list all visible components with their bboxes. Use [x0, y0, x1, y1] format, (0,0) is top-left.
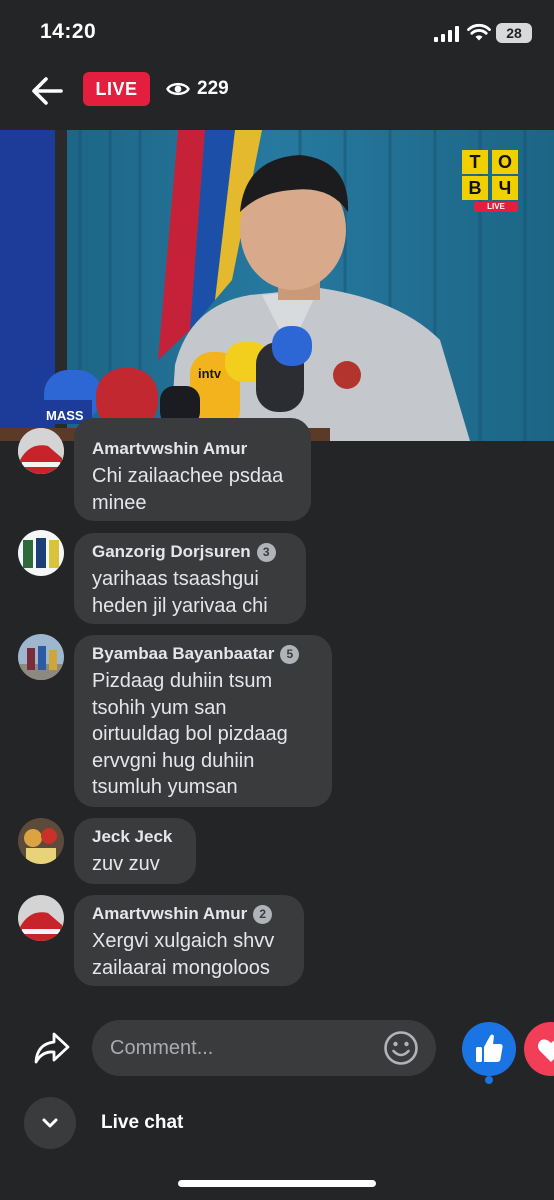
heart-icon [538, 1039, 554, 1062]
author-name: Ganzorig Dorjsuren [92, 542, 251, 561]
mic-label-mass: MASS [46, 408, 84, 423]
home-indicator[interactable] [178, 1180, 376, 1187]
logo-letter: Ч [492, 176, 518, 200]
battery-indicator: 28 [496, 23, 532, 43]
comment-bubble[interactable]: Byambaa Bayanbaatar 5 Pizdaag duhiin tsum… [74, 635, 332, 807]
comment-bubble[interactable]: Amartvwshin Amur 2 Xergvi xulgaich shvv z… [74, 895, 304, 986]
comment-text: Xergvi xulgaich shvv zailaarai mongoloos [92, 930, 275, 979]
avatar[interactable] [18, 530, 64, 576]
emoji-icon[interactable] [383, 1030, 419, 1066]
avatar[interactable] [18, 895, 64, 941]
live-badge: LIVE [83, 72, 150, 106]
comment-bubble[interactable]: Amartvwshin Amur Chi zailaachee psdaa mi… [74, 418, 311, 521]
comment-text: yarihaas tsaashgui heden jil yarivaa chi [92, 568, 268, 617]
logo-letter: Т [462, 150, 488, 174]
viewer-count: 229 [197, 78, 229, 99]
comment-author: Amartvwshin Amur 2 [92, 904, 286, 924]
mic-label-ntv: intv [198, 366, 222, 381]
logo-live-tag: LIVE [474, 202, 518, 212]
love-reaction-button[interactable] [524, 1022, 554, 1076]
status-time: 14:20 [40, 20, 97, 43]
top-fan-badge: 3 [256, 542, 276, 562]
top-fan-badge: 5 [280, 644, 300, 664]
wifi-icon [467, 23, 491, 41]
comment-author: Amartvwshin Amur [92, 439, 293, 459]
top-fan-badge: 2 [253, 904, 273, 924]
comment-bubble[interactable]: Jeck Jeck zuv zuv [74, 818, 196, 884]
logo-letter: О [492, 150, 518, 174]
channel-logo: Т О В Ч LIVE [462, 150, 518, 212]
cellular-signal-icon [434, 26, 459, 42]
comment-author: Jeck Jeck [92, 827, 178, 847]
back-arrow-icon[interactable] [30, 74, 64, 108]
avatar[interactable] [18, 428, 64, 474]
live-header: LIVE 229 [0, 66, 554, 130]
comment-author: Byambaa Bayanbaatar 5 [92, 644, 314, 664]
author-name: Amartvwshin Amur [92, 439, 248, 458]
thumbs-up-icon [476, 1034, 503, 1062]
comment-text: zuv zuv [92, 853, 160, 875]
chevron-down-icon [42, 1118, 58, 1128]
live-chat-label: Live chat [101, 1112, 184, 1133]
live-video[interactable]: MASS intv Т О В Ч LIVE [0, 130, 554, 441]
logo-letter: В [462, 176, 488, 200]
avatar[interactable] [18, 818, 64, 864]
eye-icon [166, 82, 190, 96]
comment-text: Chi zailaachee psdaa minee [92, 465, 284, 514]
share-icon[interactable] [33, 1030, 71, 1066]
comment-text: Pizdaag duhiin tsum tsohih yum san oirtu… [92, 670, 288, 798]
author-name: Amartvwshin Amur [92, 904, 248, 923]
avatar[interactable] [18, 634, 64, 680]
author-name: Jeck Jeck [92, 827, 173, 846]
active-reaction-indicator [485, 1076, 493, 1084]
like-reaction-button[interactable] [462, 1022, 516, 1076]
comment-bubble[interactable]: Ganzorig Dorjsuren 3 yarihaas tsaashgui h… [74, 533, 306, 624]
author-name: Byambaa Bayanbaatar [92, 644, 275, 663]
comment-author: Ganzorig Dorjsuren 3 [92, 542, 288, 562]
status-bar: 14:20 28 [0, 0, 554, 66]
collapse-chat-button[interactable] [24, 1097, 76, 1149]
